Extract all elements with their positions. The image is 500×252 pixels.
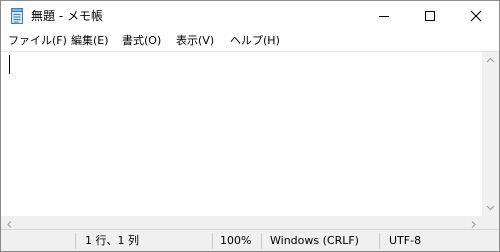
scroll-left-button[interactable] bbox=[1, 216, 18, 229]
maximize-icon bbox=[425, 11, 435, 21]
menu-bar: ファイル(F) 編集(E) 書式(O) 表示(V) ヘルプ(H) bbox=[1, 31, 499, 51]
chevron-down-icon bbox=[486, 205, 495, 211]
encoding: UTF-8 bbox=[389, 234, 422, 247]
vertical-scrollbar[interactable] bbox=[482, 52, 499, 216]
status-separator bbox=[379, 233, 380, 249]
menu-format[interactable]: 書式(O) bbox=[122, 33, 161, 49]
close-button[interactable] bbox=[453, 1, 499, 31]
window-title: 無題 - メモ帳 bbox=[31, 9, 103, 23]
status-separator bbox=[212, 233, 213, 249]
text-caret bbox=[9, 55, 10, 74]
editor-area bbox=[1, 51, 499, 229]
menu-help[interactable]: ヘルプ(H) bbox=[230, 33, 280, 49]
horizontal-scrollbar[interactable] bbox=[1, 216, 482, 229]
status-separator bbox=[261, 233, 262, 249]
menu-file[interactable]: ファイル(F) bbox=[8, 33, 67, 49]
menu-edit[interactable]: 編集(E) bbox=[71, 33, 109, 49]
menu-view[interactable]: 表示(V) bbox=[176, 33, 214, 49]
zoom-level: 100% bbox=[220, 234, 252, 247]
scroll-up-button[interactable] bbox=[482, 52, 499, 69]
status-separator bbox=[75, 233, 76, 249]
line-ending: Windows (CRLF) bbox=[270, 234, 359, 247]
cursor-position: 1 行、1 列 bbox=[85, 234, 139, 247]
scroll-down-button[interactable] bbox=[482, 199, 499, 216]
text-editor[interactable] bbox=[1, 52, 482, 216]
notepad-icon[interactable] bbox=[10, 8, 24, 24]
scroll-right-button[interactable] bbox=[465, 216, 482, 229]
close-icon bbox=[470, 10, 482, 22]
minimize-icon bbox=[379, 16, 389, 17]
title-bar[interactable]: 無題 - メモ帳 bbox=[1, 1, 499, 31]
minimize-button[interactable] bbox=[361, 1, 407, 31]
maximize-button[interactable] bbox=[407, 1, 453, 31]
scrollbar-corner bbox=[482, 216, 499, 229]
chevron-up-icon bbox=[486, 57, 495, 63]
notepad-window: 無題 - メモ帳 ファイル(F) 編集(E) 書式(O) 表示(V) ヘルプ(H… bbox=[0, 0, 500, 252]
status-bar: 1 行、1 列 100% Windows (CRLF) UTF-8 bbox=[1, 229, 499, 251]
